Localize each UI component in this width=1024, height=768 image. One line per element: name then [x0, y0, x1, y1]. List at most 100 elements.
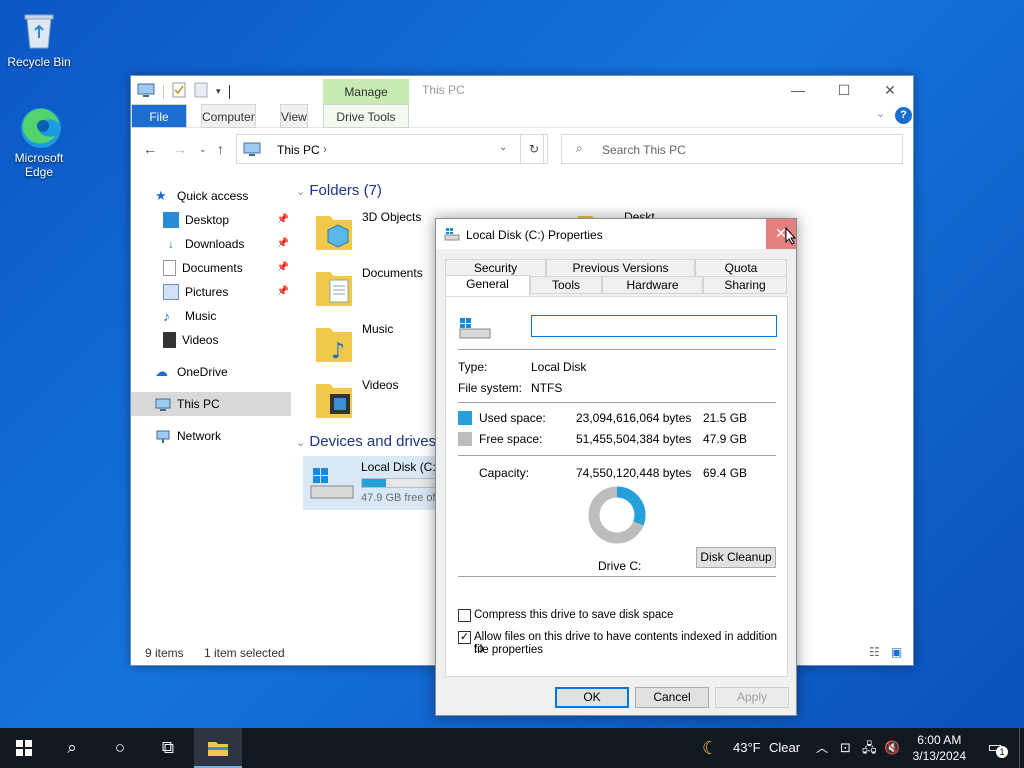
desktop-icon-recycle-bin[interactable]: Recycle Bin: [1, 8, 77, 69]
address-text: This PC: [277, 143, 320, 157]
address-bar[interactable]: This PC › ⌄: [236, 134, 544, 164]
pin-icon[interactable]: 📌: [277, 256, 289, 280]
volume-muted-icon[interactable]: 🔇: [884, 728, 900, 768]
start-button[interactable]: [0, 728, 48, 768]
nav-label: Videos: [182, 333, 219, 347]
cancel-button[interactable]: Cancel: [635, 687, 709, 708]
weather-moon-icon[interactable]: ☾: [702, 728, 718, 768]
used-space-label: Used space:: [479, 411, 546, 425]
properties-icon[interactable]: [172, 82, 186, 101]
devices-section-header[interactable]: ⌄ Devices and drives: [296, 433, 436, 450]
show-hidden-icons-chevron-icon[interactable]: ︿: [816, 728, 828, 768]
filesystem-label: File system:: [458, 381, 523, 395]
pin-icon[interactable]: 📌: [277, 232, 289, 256]
drive-tile-c[interactable]: Local Disk (C:) 47.9 GB free of: [303, 456, 453, 510]
network-tray-icon[interactable]: 🖧: [862, 728, 877, 768]
nav-documents[interactable]: Documents 📌: [131, 256, 291, 280]
meet-now-icon[interactable]: ⊡: [840, 728, 851, 768]
cloud-icon: ☁: [155, 364, 168, 379]
star-icon: ★: [155, 188, 167, 203]
pin-icon[interactable]: 📌: [277, 208, 289, 232]
used-space-bytes: 23,094,616,064 bytes: [576, 411, 692, 425]
documents-icon: [163, 260, 176, 276]
index-checkbox[interactable]: ✓: [458, 631, 471, 644]
tab-drive-tools[interactable]: Drive Tools: [323, 104, 409, 128]
nav-label: This PC: [177, 397, 220, 411]
manage-contextual-tab[interactable]: Manage: [323, 79, 409, 104]
computer-icon[interactable]: [137, 83, 155, 100]
dialog-title: Local Disk (C:) Properties: [466, 228, 603, 242]
breadcrumb-chevron-icon[interactable]: ›: [323, 142, 327, 156]
help-icon[interactable]: ?: [895, 107, 912, 124]
nav-pictures[interactable]: Pictures 📌: [131, 280, 291, 304]
disk-cleanup-button[interactable]: Disk Cleanup: [696, 547, 776, 568]
weather-condition[interactable]: Clear: [769, 728, 800, 768]
back-arrow-icon[interactable]: ←: [143, 141, 157, 157]
tab-hardware[interactable]: Hardware: [602, 276, 703, 294]
show-desktop-button[interactable]: [1019, 728, 1024, 768]
divider: [458, 402, 776, 403]
new-folder-icon[interactable]: [194, 82, 208, 101]
nav-onedrive[interactable]: ☁ OneDrive: [131, 360, 291, 384]
pictures-icon: [163, 284, 179, 300]
drive-label-input[interactable]: [531, 315, 777, 337]
pin-icon[interactable]: 📌: [277, 280, 289, 304]
address-dropdown-icon[interactable]: ⌄: [499, 142, 507, 153]
tab-file[interactable]: File: [131, 104, 187, 128]
capacity-label: Capacity:: [479, 466, 530, 480]
tiles-view-icon[interactable]: ▣: [891, 645, 902, 659]
downloads-icon: ↓: [168, 237, 174, 251]
nav-label: Documents: [182, 261, 243, 275]
qat-dropdown-icon[interactable]: ▾: [216, 86, 221, 97]
desktop-icon-label: Recycle Bin: [7, 55, 71, 69]
desktop-icon-edge[interactable]: Microsoft Edge: [1, 104, 77, 179]
nav-label: OneDrive: [177, 365, 228, 379]
ok-button[interactable]: OK: [555, 687, 629, 708]
tab-general[interactable]: General: [445, 275, 530, 296]
apply-button[interactable]: Apply: [715, 687, 789, 708]
system-clock[interactable]: 6:00 AM 3/13/2024: [913, 732, 966, 764]
search-icon[interactable]: ⌕: [48, 728, 96, 768]
tab-sharing[interactable]: Sharing: [703, 276, 787, 294]
divider: [458, 455, 776, 456]
dialog-titlebar: Local Disk (C:) Properties ✕: [436, 219, 796, 249]
action-center-icon[interactable]: ▭ 1: [982, 728, 1008, 768]
ribbon-expand-icon[interactable]: ⌄: [876, 107, 885, 120]
free-space-gb: 47.9 GB: [703, 432, 748, 446]
recent-locations-icon[interactable]: ⌄: [199, 144, 207, 155]
file-explorer-taskbar-icon[interactable]: [194, 728, 242, 768]
tab-tools[interactable]: Tools: [530, 276, 602, 294]
used-space-swatch: [458, 411, 472, 425]
nav-videos[interactable]: Videos: [131, 328, 291, 352]
mouse-cursor-icon: [785, 226, 797, 248]
compress-label: Compress this drive to save disk space: [474, 609, 674, 621]
search-box[interactable]: ⌕ Search This PC: [561, 134, 903, 164]
tab-previous-versions[interactable]: Previous Versions: [546, 259, 695, 277]
nav-music[interactable]: ♪ Music: [131, 304, 291, 328]
weather-temperature[interactable]: 43°F: [733, 728, 761, 768]
tab-quota[interactable]: Quota: [695, 259, 787, 277]
section-title: Folders (7): [309, 182, 382, 199]
nav-network[interactable]: Network: [131, 424, 291, 448]
network-icon: [155, 428, 171, 444]
refresh-button[interactable]: ↻: [520, 134, 548, 164]
compress-checkbox[interactable]: [458, 609, 471, 622]
cortana-icon[interactable]: ○: [96, 728, 144, 768]
nav-this-pc[interactable]: This PC: [131, 392, 291, 416]
nav-desktop[interactable]: Desktop 📌: [131, 208, 291, 232]
nav-label: Quick access: [177, 189, 249, 203]
details-view-icon[interactable]: ☷: [869, 645, 880, 659]
tab-view[interactable]: View: [280, 104, 308, 128]
close-button[interactable]: ✕: [867, 76, 913, 104]
disk-usage-donut-chart: [588, 486, 646, 544]
up-arrow-icon[interactable]: ↑: [217, 141, 224, 157]
tab-computer[interactable]: Computer: [201, 104, 256, 128]
drive-usage-fill: [362, 479, 387, 487]
folders-section-header[interactable]: ⌄ Folders (7): [296, 182, 382, 199]
nav-quick-access[interactable]: ★ Quick access: [131, 184, 291, 208]
forward-arrow-icon[interactable]: →: [173, 141, 187, 157]
nav-downloads[interactable]: ↓ Downloads 📌: [131, 232, 291, 256]
minimize-button[interactable]: —: [775, 76, 821, 104]
maximize-button[interactable]: ☐: [821, 76, 867, 104]
task-view-icon[interactable]: ⧉: [144, 728, 192, 768]
